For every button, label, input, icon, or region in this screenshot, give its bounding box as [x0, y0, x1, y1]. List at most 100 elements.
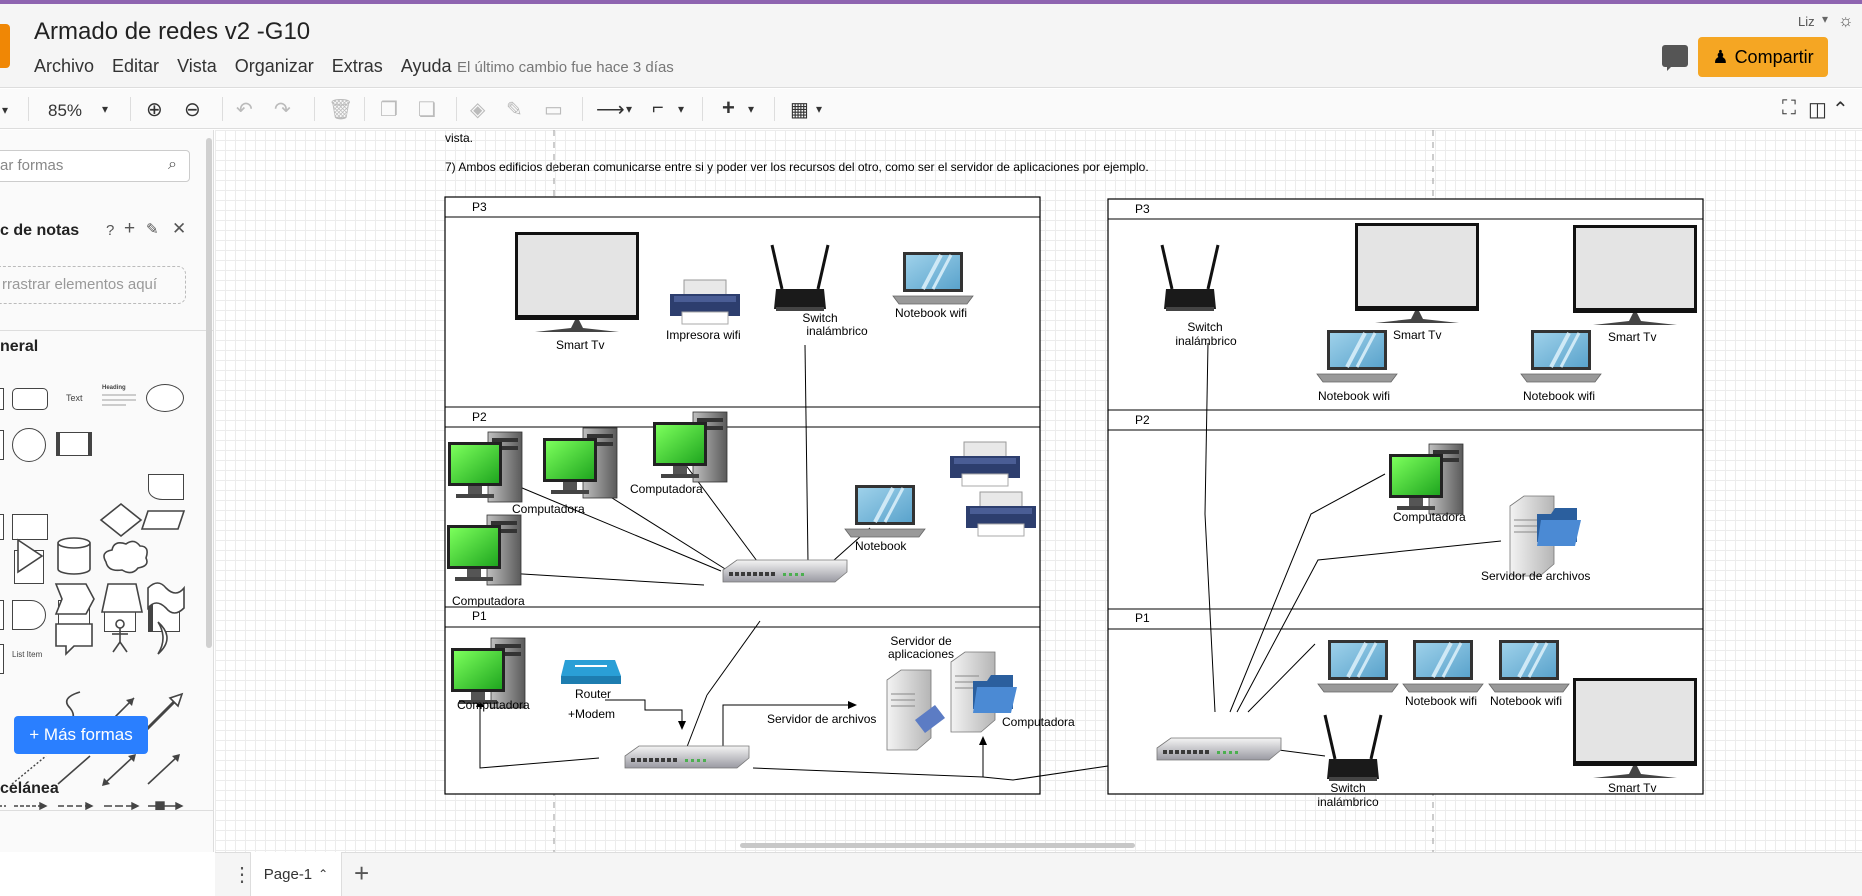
b1-floor-p3-label: P3	[472, 200, 487, 214]
b1-pc-right-label: Computadora	[1002, 715, 1075, 729]
menu-ayuda[interactable]: Ayuda	[401, 56, 452, 77]
user-icon: ♟	[1712, 46, 1729, 67]
sidebar-toggle-caret-icon[interactable]: ▾	[2, 103, 8, 117]
connection-icon[interactable]: ⟶	[596, 97, 625, 122]
b1-file-server-label: Servidor de archivos	[767, 712, 876, 726]
b2-notebook-p1-3	[1487, 638, 1571, 694]
insert-dropdown-icon[interactable]: ▾	[748, 102, 754, 116]
note-requirement-7[interactable]: 7) Ambos edificios deberan comunicarse e…	[445, 160, 1149, 174]
shape-parallelogram	[140, 510, 186, 530]
b2-notebook-wifi-2	[1519, 328, 1603, 384]
table-dropdown-icon[interactable]: ▾	[816, 102, 822, 116]
pages-menu-icon[interactable]: ⋮	[232, 862, 252, 887]
fill-color-icon[interactable]: ◈	[470, 97, 485, 122]
page-tab-caret-icon[interactable]: ⌃	[318, 867, 328, 881]
user-menu-caret-icon[interactable]: ▾	[1822, 12, 1828, 26]
page-bar	[215, 852, 1862, 896]
shadow-icon[interactable]: ▭	[544, 97, 563, 122]
to-front-icon[interactable]: ❐	[380, 97, 398, 122]
b1-notebook-wifi-label: Notebook wifi	[895, 306, 967, 320]
close-icon[interactable]: ✕	[172, 219, 186, 239]
note-vista[interactable]: vista.	[445, 131, 473, 145]
menu-vista[interactable]: Vista	[177, 56, 217, 77]
general-section-title[interactable]: neral	[0, 338, 38, 356]
more-shapes-button[interactable]: + Más formas	[14, 716, 148, 754]
b1-app-server-label-2: aplicaciones	[888, 647, 954, 661]
sidebar-scrollbar[interactable]	[206, 138, 212, 648]
zoom-in-icon[interactable]: ⊕	[146, 97, 163, 122]
b2-switch	[1156, 737, 1282, 761]
canvas-horizontal-scrollbar[interactable]	[740, 843, 1135, 848]
search-icon[interactable]: ⌕	[168, 156, 177, 174]
b2-smart-tv-p1-label: Smart Tv	[1608, 781, 1656, 795]
user-name[interactable]: Liz	[1798, 14, 1815, 29]
scratchpad-title[interactable]: c de notas	[0, 222, 79, 240]
add-icon[interactable]: +	[124, 218, 135, 240]
format-panel-icon[interactable]: ◫	[1808, 97, 1827, 122]
delete-icon[interactable]: 🗑	[328, 97, 353, 122]
waypoints-dropdown-icon[interactable]: ▾	[678, 102, 684, 116]
section-divider	[0, 810, 213, 811]
edit-icon[interactable]: ✎	[146, 220, 159, 238]
b1-app-server-1	[886, 669, 932, 751]
toolbar-divider	[130, 97, 131, 121]
help-icon[interactable]: ?	[106, 222, 114, 239]
search-shapes-placeholder: ar formas	[0, 157, 64, 174]
menu-organizar[interactable]: Organizar	[235, 56, 314, 77]
share-button[interactable]: ♟ Compartir	[1698, 37, 1828, 77]
last-change-status[interactable]: El último cambio fue hace 3 días	[457, 59, 674, 76]
b1-switch-p2	[722, 559, 848, 583]
plus-icon: +	[29, 725, 44, 744]
menu-editar[interactable]: Editar	[112, 56, 159, 77]
toolbar-divider	[774, 97, 775, 121]
to-back-icon[interactable]: ❏	[418, 97, 436, 122]
b1-floor-p1-label: P1	[472, 609, 487, 623]
menu-archivo[interactable]: Archivo	[34, 56, 94, 77]
b2-wap-p1-label-1: Switch	[1330, 781, 1365, 795]
toolbar-divider	[582, 97, 583, 121]
b1-notebook	[843, 483, 927, 539]
b1-pc-p1-label: Computadora	[457, 698, 530, 712]
building-2[interactable]: P3 P2 P1 Switch inalámbrico Smart Tv Sma…	[1107, 198, 1704, 809]
diagram-canvas[interactable]: vista. 7) Ambos edificios deberan comuni…	[215, 130, 1862, 852]
app-logo[interactable]	[0, 24, 10, 68]
insert-icon[interactable]: +	[722, 95, 735, 121]
redo-icon[interactable]: ↷	[274, 97, 291, 122]
menu-extras[interactable]: Extras	[332, 56, 383, 77]
add-page-icon[interactable]: +	[354, 858, 369, 889]
b1-switch-p1	[624, 745, 750, 769]
undo-icon[interactable]: ↶	[236, 97, 253, 122]
toolbar-divider	[222, 97, 223, 121]
fullscreen-icon[interactable]: ⛶	[1782, 97, 1796, 120]
b2-notebook-p1-2	[1401, 638, 1485, 694]
zoom-out-icon[interactable]: ⊖	[184, 97, 201, 122]
line-color-icon[interactable]: ✎	[506, 97, 523, 122]
toolbar-divider	[456, 97, 457, 121]
page-tab-label: Page-1	[263, 865, 313, 883]
table-icon[interactable]: ▦	[790, 97, 809, 122]
misc-section-title[interactable]: celánea	[0, 780, 59, 798]
b1-modem-label: +Modem	[568, 707, 615, 721]
theme-sun-icon[interactable]: ☼	[1838, 11, 1854, 31]
b2-smart-tv-2-label: Smart Tv	[1608, 330, 1656, 344]
b2-notebook-wifi-1	[1315, 328, 1399, 384]
b2-pc-label: Computadora	[1393, 510, 1466, 524]
comments-icon[interactable]	[1662, 45, 1688, 71]
b1-wap-label-1: Switch	[802, 311, 837, 325]
zoom-dropdown-icon[interactable]: ▾	[102, 102, 108, 116]
b2-smart-tv-2	[1573, 225, 1697, 325]
connection-dropdown-icon[interactable]: ▾	[626, 102, 632, 116]
b2-floor-p3-label: P3	[1135, 202, 1150, 216]
page-tab[interactable]: Page-1 ⌃	[250, 852, 342, 896]
b2-smart-tv-1-label: Smart Tv	[1393, 328, 1441, 342]
zoom-level[interactable]: 85%	[48, 101, 82, 121]
b2-floor-p2-label: P2	[1135, 413, 1150, 427]
collapse-icon[interactable]: ⌃	[1832, 97, 1849, 122]
b2-file-server-label: Servidor de archivos	[1481, 569, 1590, 583]
b2-smart-tv-p1	[1573, 678, 1697, 778]
b1-pc-3-label: Computadora	[630, 482, 703, 496]
b1-pc-4-label: Computadora	[452, 594, 525, 608]
document-title[interactable]: Armado de redes v2 -G10	[34, 18, 310, 46]
building-1[interactable]: P3 P2 P1 Smart Tv Impresora wifi Switch …	[444, 196, 1136, 795]
waypoints-icon[interactable]: ⌐	[652, 97, 664, 120]
